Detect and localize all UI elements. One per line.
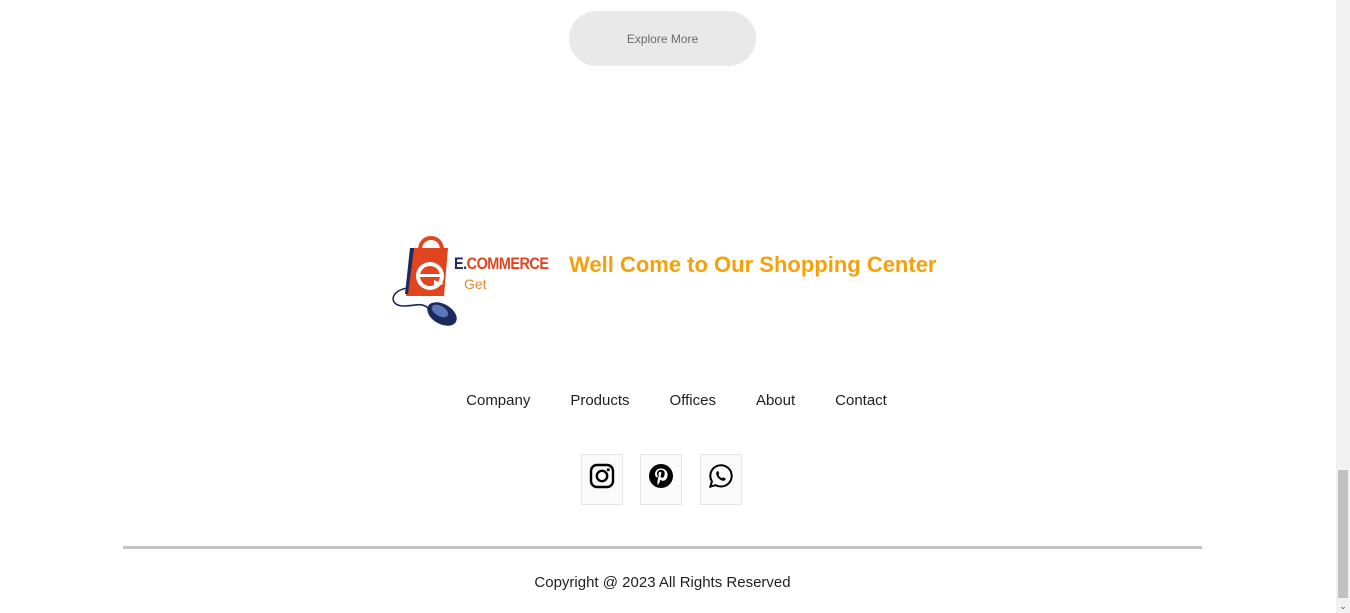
instagram-icon (589, 463, 615, 489)
brand-subtitle: Get (464, 276, 487, 292)
brand-logo[interactable]: E.COMMERCE Get (390, 228, 550, 332)
scrollbar-thumb[interactable] (1338, 470, 1348, 598)
page: Explore More E.COMMERCE Get Well Come to… (0, 0, 1350, 613)
footer-link-contact[interactable]: Contact (835, 392, 887, 409)
whatsapp-icon (708, 464, 733, 489)
whatsapp-button[interactable] (700, 454, 742, 505)
pinterest-button[interactable] (640, 454, 682, 505)
footer-link-offices[interactable]: Offices (670, 392, 716, 409)
footer-divider (123, 546, 1202, 549)
footer-nav: Company Products Offices About Contact (0, 392, 1350, 409)
scroll-down-arrow-icon[interactable]: ⌄ (1338, 601, 1348, 611)
copyright-text: Copyright @ 2023 All Rights Reserved (534, 574, 791, 591)
footer-link-about[interactable]: About (756, 392, 795, 409)
footer-link-products[interactable]: Products (570, 392, 629, 409)
instagram-button[interactable] (581, 454, 623, 505)
brand-name: E.COMMERCE (454, 254, 549, 273)
vertical-scrollbar[interactable]: ⌄ (1336, 0, 1350, 613)
footer-link-company[interactable]: Company (466, 392, 530, 409)
tagline: Well Come to Our Shopping Center (569, 252, 937, 277)
explore-more-button[interactable]: Explore More (569, 11, 756, 66)
pinterest-icon (649, 464, 673, 488)
